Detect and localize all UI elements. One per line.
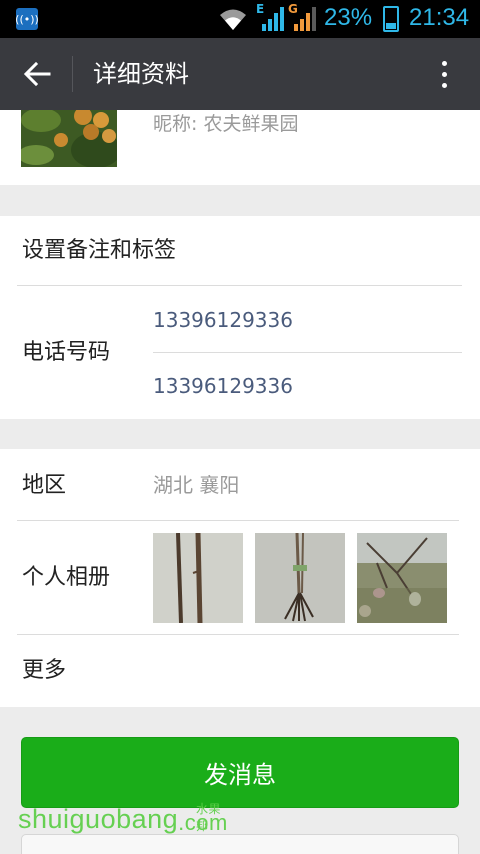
more-options-icon[interactable]	[426, 54, 462, 94]
page-title: 详细资料	[93, 60, 189, 88]
set-remark-row[interactable]: 设置备注和标签	[22, 236, 176, 266]
divider	[17, 520, 459, 521]
nickname: 昵称: 农夫鲜果园	[153, 113, 299, 135]
region-label: 地区	[22, 473, 67, 498]
contact-info-section: 设置备注和标签 电话号码 13396129336 13396129336	[0, 216, 480, 419]
album-photo-1[interactable]	[153, 533, 243, 623]
album-photo-2[interactable]	[255, 533, 345, 623]
region-value: 湖北 襄阳	[153, 473, 240, 497]
phone-label: 电话号码	[22, 340, 111, 365]
send-message-button[interactable]: 发消息	[21, 737, 459, 808]
more-row[interactable]: 更多	[22, 656, 66, 686]
battery-icon	[383, 6, 399, 32]
status-bar: ((•)) E G 23% 21:34	[0, 0, 480, 38]
divider	[17, 634, 459, 635]
back-button[interactable]	[14, 52, 60, 96]
watermark-text: shuiguobang	[18, 804, 179, 834]
toolbar-divider	[72, 56, 73, 92]
signal-app-icon: ((•))	[15, 8, 39, 30]
profile-card: 昵称: 农夫鲜果园	[0, 110, 480, 185]
avatar[interactable]	[21, 110, 117, 167]
watermark-cn: 水果邦	[196, 802, 222, 833]
divider	[17, 285, 462, 286]
toolbar: 详细资料	[0, 38, 480, 110]
watermark: shuiguobang.com 水果邦	[18, 802, 228, 835]
secondary-action-button[interactable]	[21, 834, 459, 854]
album-label: 个人相册	[22, 565, 111, 590]
wifi-icon	[220, 9, 246, 30]
details-section: 地区 湖北 襄阳 个人相册 更多	[0, 449, 480, 707]
clock: 21:34	[409, 4, 470, 31]
album-photo-3[interactable]	[357, 533, 447, 623]
battery-percent: 23%	[324, 4, 373, 31]
divider	[153, 352, 462, 353]
phone-number-2[interactable]: 13396129336	[153, 372, 293, 400]
back-arrow-icon	[23, 61, 51, 87]
mobile-signal-g-icon: G	[288, 2, 318, 32]
phone-number-1[interactable]: 13396129336	[153, 306, 293, 334]
mobile-signal-e-icon: E	[256, 2, 286, 32]
